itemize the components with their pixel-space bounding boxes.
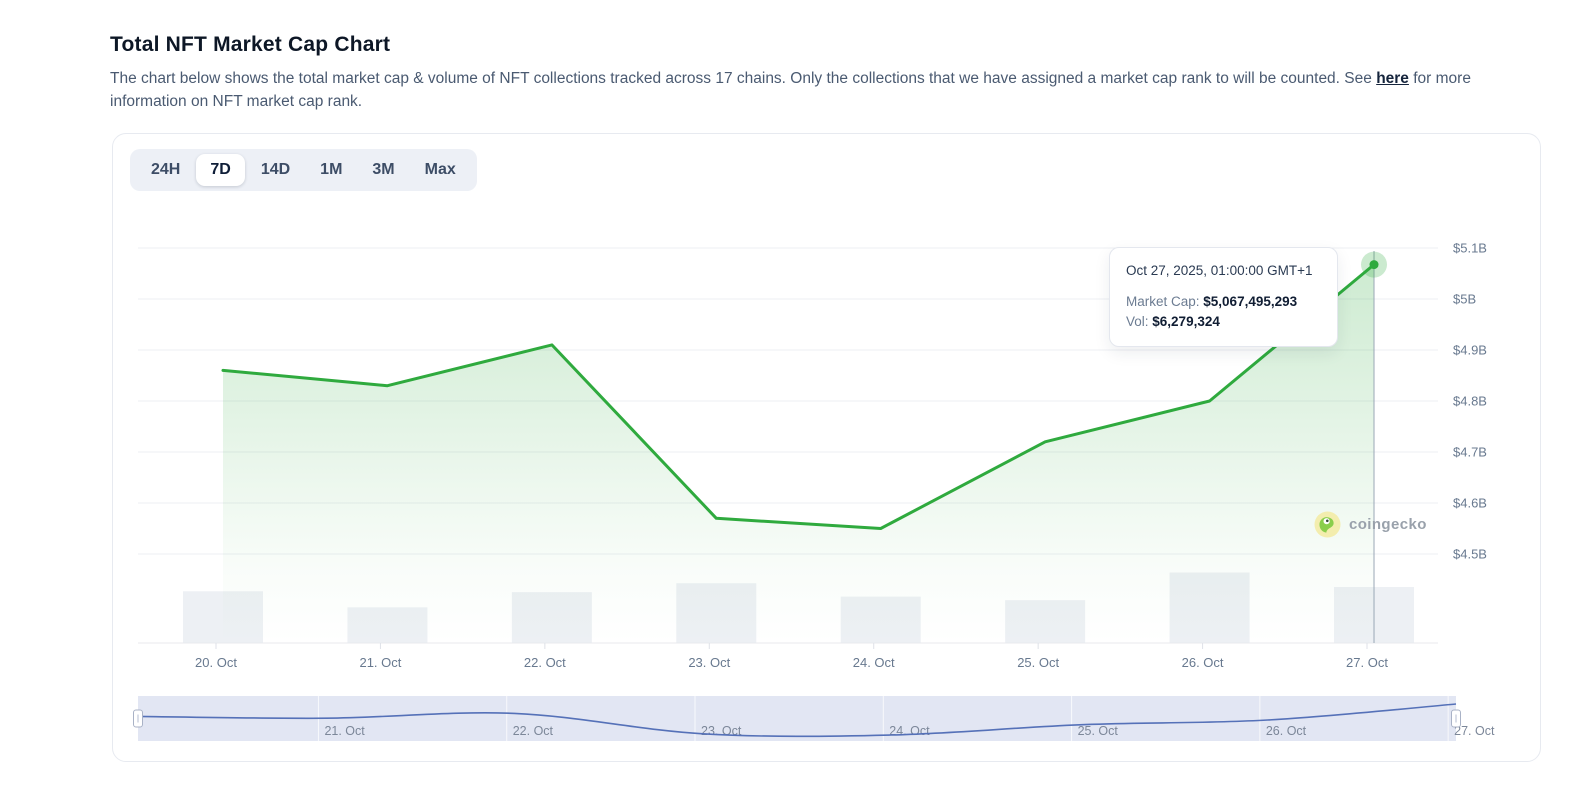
range-button-1m[interactable]: 1M: [306, 154, 356, 186]
y-axis-label: $4.8B: [1453, 394, 1487, 409]
navigator-label: 26. Oct: [1266, 724, 1307, 738]
range-button-3m[interactable]: 3M: [358, 154, 408, 186]
x-axis-label: 20. Oct: [195, 655, 237, 670]
range-switcher: 24H 7D 14D 1M 3M Max: [130, 149, 477, 191]
tooltip-vol-label: Vol:: [1126, 314, 1152, 329]
range-button-7d[interactable]: 7D: [196, 154, 244, 186]
page-header: Total NFT Market Cap Chart The chart bel…: [110, 33, 1510, 113]
y-axis-label: $4.5B: [1453, 547, 1487, 562]
here-link[interactable]: here: [1376, 70, 1409, 87]
tooltip-vol-row: Vol: $6,279,324: [1126, 312, 1321, 332]
description-text: The chart below shows the total market c…: [110, 70, 1376, 87]
x-axis-label: 26. Oct: [1182, 655, 1224, 670]
x-axis-label: 27. Oct: [1346, 655, 1388, 670]
x-axis-label: 22. Oct: [524, 655, 566, 670]
y-axis-label: $5.1B: [1453, 241, 1487, 256]
tooltip-vol-value: $6,279,324: [1152, 314, 1220, 329]
chart-card: 24H 7D 14D 1M 3M Max $5.1B$5B$4.9B$4.8B$…: [112, 133, 1541, 762]
range-button-24h[interactable]: 24H: [137, 154, 194, 186]
range-button-max[interactable]: Max: [411, 154, 470, 186]
navigator-label: 25. Oct: [1078, 724, 1119, 738]
navigator-label: 22. Oct: [513, 724, 554, 738]
navigator-label: 24. Oct: [889, 724, 930, 738]
point-marker[interactable]: [1370, 260, 1379, 269]
x-axis-label: 25. Oct: [1017, 655, 1059, 670]
tooltip-market-cap-row: Market Cap: $5,067,495,293: [1126, 292, 1321, 312]
x-axis-label: 21. Oct: [359, 655, 401, 670]
tooltip-market-cap-label: Market Cap:: [1126, 294, 1203, 309]
navigator-label: 21. Oct: [324, 724, 365, 738]
y-axis-label: $4.7B: [1453, 445, 1487, 460]
range-button-14d[interactable]: 14D: [247, 154, 304, 186]
tooltip-date: Oct 27, 2025, 01:00:00 GMT+1: [1126, 263, 1321, 278]
tooltip-market-cap-value: $5,067,495,293: [1203, 294, 1297, 309]
x-axis-label: 24. Oct: [853, 655, 895, 670]
y-axis-label: $5B: [1453, 292, 1476, 307]
y-axis-label: $4.6B: [1453, 496, 1487, 511]
watermark-text: coingecko: [1349, 516, 1427, 533]
chart-tooltip: Oct 27, 2025, 01:00:00 GMT+1 Market Cap:…: [1109, 247, 1338, 347]
market-cap-chart[interactable]: $5.1B $5B $4.9B $4.8B $4.7B $4.6B $4.5B 20. Oct…: [113, 134, 1542, 763]
x-axis-label: 23. Oct: [688, 655, 730, 670]
coingecko-logo-icon: [1314, 511, 1341, 538]
page-title: Total NFT Market Cap Chart: [110, 33, 1510, 57]
coingecko-watermark: coingecko: [1314, 511, 1427, 538]
page-description: The chart below shows the total market c…: [110, 67, 1502, 113]
y-axis-label: $4.9B: [1453, 343, 1487, 358]
